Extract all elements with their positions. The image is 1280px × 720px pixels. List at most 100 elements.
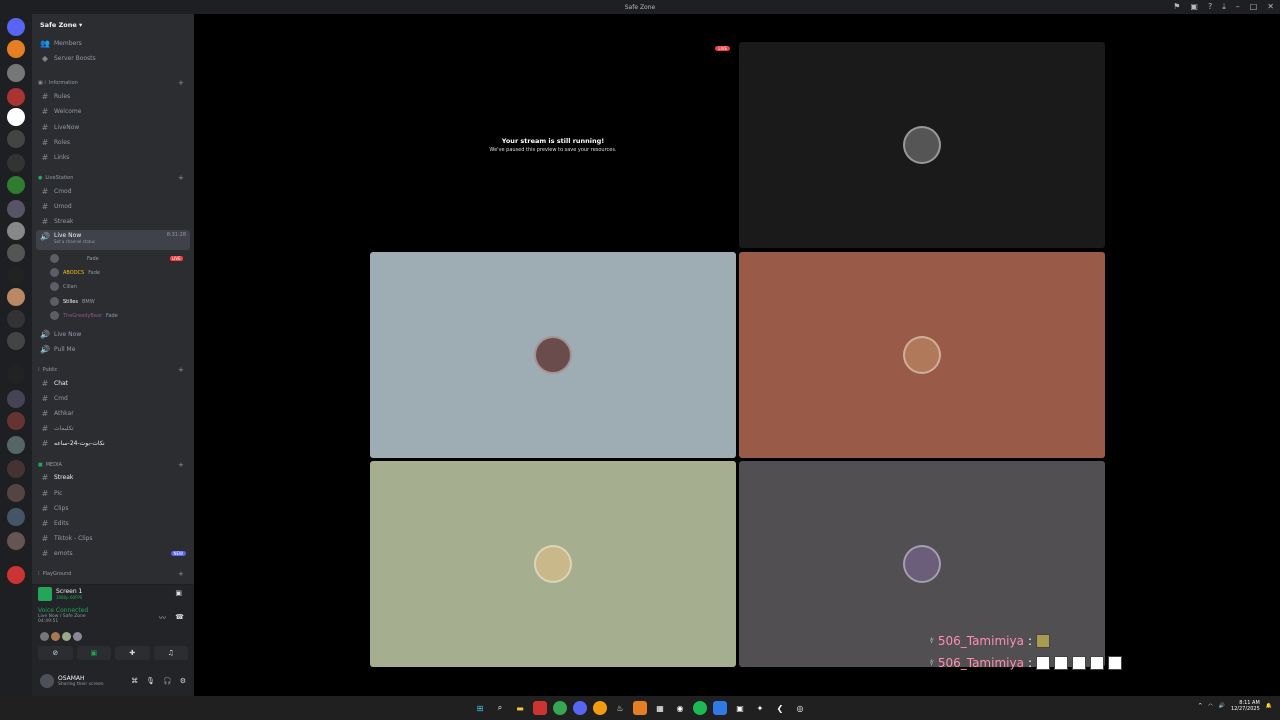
channel-instructions[interactable]: # تكليمات: [36, 421, 190, 435]
server-icon[interactable]: [7, 366, 25, 384]
app-icon[interactable]: ◎: [793, 701, 807, 715]
category-livestation[interactable]: ● LiveStation +: [38, 174, 184, 182]
activities-icon[interactable]: ✚: [115, 646, 150, 660]
server-icon[interactable]: [7, 484, 25, 502]
channel-streak-media[interactable]: # Streak: [36, 470, 190, 484]
participant-tile[interactable]: [739, 42, 1105, 248]
add-channel-icon[interactable]: +: [178, 461, 184, 469]
voice-user[interactable]: TheGreedyBear Fade: [50, 311, 118, 320]
server-icon[interactable]: [7, 222, 25, 240]
app-icon[interactable]: [533, 701, 547, 715]
server-icon[interactable]: [7, 460, 25, 478]
inbox-icon[interactable]: ⚑: [1173, 2, 1180, 12]
channel-clips[interactable]: # Clips: [36, 501, 190, 515]
channel-emots[interactable]: # emots NEW: [36, 546, 190, 560]
voice-status[interactable]: Voice Connected Live Now / Safe Zone 04:…: [38, 607, 88, 624]
server-icon[interactable]: [7, 266, 25, 284]
disconnect-icon[interactable]: ☎: [175, 613, 184, 621]
server-icon[interactable]: [7, 566, 25, 584]
participant-tile[interactable]: [739, 252, 1105, 458]
server-icon[interactable]: [7, 40, 25, 58]
spotify-icon[interactable]: [693, 701, 707, 715]
add-channel-icon[interactable]: +: [178, 366, 184, 374]
app-icon[interactable]: ▣: [733, 701, 747, 715]
wifi-icon[interactable]: ◠: [1208, 703, 1212, 709]
channel-rules[interactable]: # Rules: [36, 89, 190, 103]
server-icon[interactable]: [7, 64, 25, 82]
mic-icon[interactable]: 🎙: [146, 677, 155, 685]
file-explorer-icon[interactable]: ▬: [513, 701, 527, 715]
screen-icon[interactable]: ▣: [1190, 2, 1198, 12]
server-icon[interactable]: [7, 288, 25, 306]
stop-stream-icon[interactable]: ▣: [175, 589, 182, 597]
search-icon[interactable]: ⌕: [493, 701, 507, 715]
channel-streak[interactable]: # Streak: [36, 214, 190, 228]
self-stream-tile[interactable]: LIVE Your stream is still running! We've…: [370, 42, 736, 248]
channel-athkar[interactable]: # Athkar: [36, 406, 190, 420]
camera-off-icon[interactable]: ⊘: [38, 646, 73, 660]
participant-tile[interactable]: [370, 461, 736, 667]
channel-chat[interactable]: # Chat: [36, 376, 190, 390]
server-icon[interactable]: [7, 130, 25, 148]
volume-icon[interactable]: 🔊: [1219, 703, 1225, 709]
server-icon[interactable]: [7, 244, 25, 262]
category-media[interactable]: ■ MEDIA +: [38, 461, 184, 469]
server-icon[interactable]: [7, 390, 25, 408]
voice-channel-live-now[interactable]: 🔊 Live Now Set a channel status 8:31:28: [36, 230, 190, 250]
voice-user[interactable]: Cillan: [50, 282, 77, 291]
members-link[interactable]: 👥 Members: [36, 36, 190, 50]
channel-tiktok-clips[interactable]: # Tiktok - Clips: [36, 531, 190, 545]
app-icon[interactable]: [593, 701, 607, 715]
voice-user[interactable]: Fade LIVE: [50, 254, 183, 263]
server-icon[interactable]: [7, 154, 25, 172]
share-screen-icon[interactable]: ▣: [76, 646, 111, 660]
app-icon[interactable]: [713, 701, 727, 715]
channel-livenow[interactable]: # LiveNow: [36, 120, 190, 134]
server-icon[interactable]: [7, 88, 25, 106]
voice-user[interactable]: Stilles BMW: [50, 297, 95, 306]
channel-pic[interactable]: # Pic: [36, 486, 190, 500]
channel-umod[interactable]: # Umod: [36, 199, 190, 213]
participant-tile[interactable]: [370, 252, 736, 458]
server-icon[interactable]: [7, 176, 25, 194]
headphones-icon[interactable]: 🎧: [163, 677, 172, 685]
category-public[interactable]: ⁞ Public +: [38, 366, 184, 374]
server-icon[interactable]: [7, 108, 25, 126]
minimize-icon[interactable]: –: [1236, 2, 1240, 12]
add-channel-icon[interactable]: +: [178, 570, 184, 578]
app-icon[interactable]: ✦: [753, 701, 767, 715]
soundboard-icon[interactable]: ♫: [153, 646, 188, 660]
settings-icon[interactable]: ⚙: [180, 677, 186, 685]
close-icon[interactable]: ✕: [1267, 2, 1274, 12]
category-information[interactable]: ▣ ⁞ Information +: [38, 79, 184, 87]
stream-info[interactable]: Screen 1 1080p 60FPS: [38, 587, 82, 601]
user-avatar[interactable]: [40, 674, 54, 688]
server-header[interactable]: Safe Zone ▾: [32, 14, 194, 36]
gamepad-icon[interactable]: ⌘: [131, 677, 138, 685]
download-icon[interactable]: ⤓: [1222, 2, 1226, 12]
channel-roles[interactable]: # Roles: [36, 135, 190, 149]
maximize-icon[interactable]: □: [1250, 2, 1258, 12]
channel-welcome[interactable]: # Welcome: [36, 104, 190, 118]
app-icon[interactable]: [633, 701, 647, 715]
server-icon[interactable]: [7, 332, 25, 350]
home-icon[interactable]: [7, 18, 25, 36]
voice-channel-live-now-2[interactable]: 🔊 Live Now: [36, 327, 190, 341]
boosts-link[interactable]: ◆ Server Boosts: [36, 51, 190, 65]
category-playground[interactable]: ⁞ PlayGround +: [38, 570, 184, 578]
notifications-icon[interactable]: 🔔: [1266, 703, 1272, 709]
app-icon[interactable]: ▦: [653, 701, 667, 715]
channel-cmd[interactable]: # Cmd: [36, 391, 190, 405]
server-icon[interactable]: [7, 508, 25, 526]
channel-status[interactable]: Set a channel status: [54, 239, 95, 244]
discord-icon[interactable]: [573, 701, 587, 715]
server-icon[interactable]: [7, 436, 25, 454]
channel-jokes[interactable]: # نكات-بوت-24-ساعه: [36, 436, 190, 450]
channel-links[interactable]: # Links: [36, 150, 190, 164]
voice-user[interactable]: ABODCS Fade: [50, 268, 100, 277]
server-icon[interactable]: [7, 200, 25, 218]
voice-channel-pull-me[interactable]: 🔊 Pull Me: [36, 342, 190, 356]
add-channel-icon[interactable]: +: [178, 174, 184, 182]
steam-icon[interactable]: ♨: [613, 701, 627, 715]
server-icon[interactable]: [7, 310, 25, 328]
